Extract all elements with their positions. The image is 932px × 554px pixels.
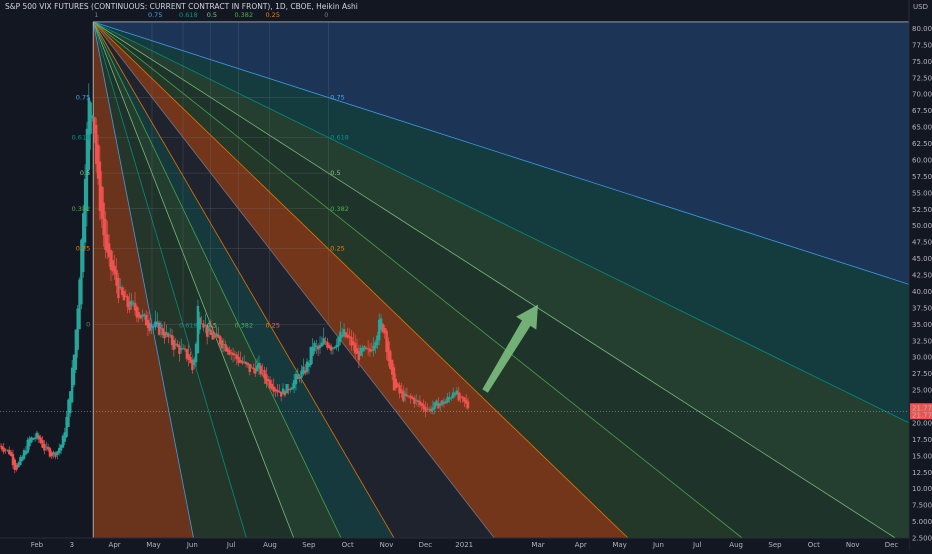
price-tick-label: 65.000	[912, 124, 932, 132]
time-tick-label: Sep	[302, 541, 316, 549]
time-tick-label: Oct	[808, 541, 820, 549]
candle-body	[30, 437, 33, 443]
price-tick-label: 62.500	[912, 140, 932, 148]
time-tick-label: Apr	[575, 541, 587, 549]
price-tick-label: 7.500	[912, 502, 932, 510]
time-tick-label: Dec	[419, 541, 433, 549]
fan-mid-level-label: 0.5	[207, 321, 217, 329]
time-tick-label: Sep	[768, 541, 782, 549]
fan-left-level-label: 0.5	[80, 169, 90, 177]
time-tick-label: Nov	[846, 541, 860, 549]
time-tick-label: Jul	[692, 541, 702, 549]
price-tick-label: 52.500	[912, 206, 932, 214]
fan-mid-level-label: 0.382	[234, 321, 253, 329]
fan-right-level-label: 0.25	[330, 245, 344, 253]
last-price-badge-label: 21.775	[912, 411, 932, 419]
price-tick-label: 77.500	[912, 41, 932, 49]
price-tick-label: 40.000	[912, 288, 932, 296]
price-tick-label: 27.500	[912, 370, 932, 378]
time-tick-label: Oct	[342, 541, 354, 549]
fan-left-level-label: 0.618	[72, 133, 91, 141]
price-tick-label: 80.000	[912, 25, 932, 33]
fan-left-level-label: 0.25	[76, 245, 90, 253]
price-tick-label: 30.000	[912, 354, 932, 362]
fan-mid-level-label: 0.618	[179, 321, 198, 329]
fan-right-level-label: 0.5	[330, 169, 340, 177]
candle-body	[2, 447, 5, 452]
price-tick-label: 12.500	[912, 469, 932, 477]
price-tick-label: 55.000	[912, 189, 932, 197]
price-tick-label: 75.000	[912, 58, 932, 66]
fan-top-level-label: 0.382	[234, 11, 253, 19]
time-tick-label: Feb	[31, 541, 44, 549]
fan-left-level-label: 0	[86, 320, 90, 328]
fan-top-level-label: 0.75	[148, 11, 162, 19]
price-tick-label: 57.500	[912, 173, 932, 181]
price-tick-label: 60.000	[912, 156, 932, 164]
currency-label: USD	[913, 3, 928, 11]
time-tick-label: May	[612, 541, 626, 549]
fan-top-level-label: 0.5	[207, 11, 217, 19]
price-tick-label: 37.500	[912, 304, 932, 312]
price-tick-label: 67.500	[912, 107, 932, 115]
time-tick-label: Aug	[729, 541, 743, 549]
price-tick-label: 72.500	[912, 74, 932, 82]
time-tick-label: Jul	[226, 541, 236, 549]
fan-top-level-label: 0.25	[265, 11, 279, 19]
vix-futures-chart[interactable]: 1 0.75 0.618 0.5 0.382 0.25 0 0.75 0.618 0.5 0.382…	[0, 0, 932, 550]
time-tick-label: Aug	[263, 541, 277, 549]
time-tick-label: Mar	[531, 541, 544, 549]
fan-mid-level-label: 0.75	[148, 321, 162, 329]
candle-body	[289, 389, 292, 391]
time-tick-label: Dec	[885, 541, 899, 549]
fan-top-level-label: 0.618	[179, 11, 198, 19]
time-tick-label: 3	[70, 541, 74, 549]
price-tick-label: 25.000	[912, 387, 932, 395]
time-tick-label: 2021	[455, 541, 473, 549]
time-tick-label: May	[146, 541, 160, 549]
price-tick-label: 5.000	[912, 518, 932, 526]
price-tick-label: 35.000	[912, 321, 932, 329]
time-tick-label: Jun	[186, 541, 198, 549]
price-tick-label: 15.000	[912, 452, 932, 460]
price-tick-label: 50.000	[912, 222, 932, 230]
chart-title: S&P 500 VIX FUTURES (CONTINUOUS: CURRENT…	[5, 2, 358, 11]
price-tick-label: 32.500	[912, 337, 932, 345]
fan-right-level-label: 0.382	[330, 205, 349, 213]
time-tick-label: Jun	[652, 541, 664, 549]
price-tick-label: 10.000	[912, 485, 932, 493]
time-tick-label: Apr	[109, 541, 121, 549]
candle-body	[368, 348, 372, 352]
price-tick-label: 47.500	[912, 239, 932, 247]
price-tick-label: 17.500	[912, 436, 932, 444]
fan-left-level-label: 0.382	[72, 205, 91, 213]
fan-left-level-label: 0.75	[76, 93, 90, 101]
price-tick-label: 42.500	[912, 272, 932, 280]
price-tick-label: 20.000	[912, 419, 932, 427]
price-tick-label: 45.000	[912, 255, 932, 263]
fan-top-level-label: 1	[94, 11, 98, 19]
time-tick-label: Nov	[380, 541, 394, 549]
candle-body	[259, 365, 263, 375]
chart-root: 1 0.75 0.618 0.5 0.382 0.25 0 0.75 0.618 0.5 0.382…	[0, 0, 932, 550]
fan-mid-level-label: 0.25	[265, 321, 279, 329]
price-tick-label: 2.500	[912, 535, 932, 543]
fan-right-level-label: 0.75	[330, 93, 344, 101]
price-tick-label: 70.000	[912, 91, 932, 99]
fan-top-level-label: 0	[324, 11, 328, 19]
fan-right-level-label: 0.618	[330, 133, 349, 141]
candle-body	[466, 401, 470, 409]
